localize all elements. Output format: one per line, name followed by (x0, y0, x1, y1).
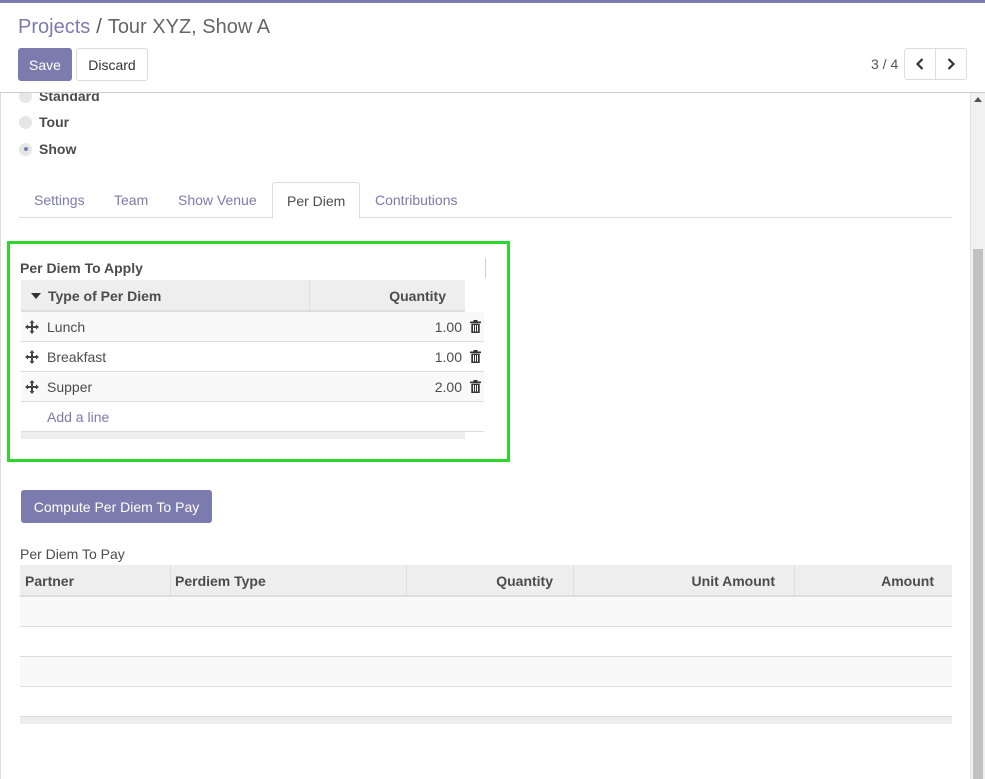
radio-button[interactable] (19, 93, 32, 103)
trash-icon[interactable] (470, 320, 481, 333)
add-line-link[interactable]: Add a line (47, 409, 109, 425)
table-footer (21, 432, 465, 439)
column-header-perdiem-type[interactable]: Perdiem Type (171, 565, 407, 597)
table-footer (20, 717, 952, 724)
per-diem-type-cell[interactable]: Lunch (47, 312, 85, 342)
quantity-cell[interactable]: 2.00 (321, 372, 462, 402)
quantity-cell[interactable]: 1.00 (321, 342, 462, 372)
radio-button-checked[interactable] (19, 142, 32, 156)
field-separator (485, 258, 486, 278)
column-header-type[interactable]: Type of Per Diem (21, 280, 310, 312)
tab-show-venue[interactable]: Show Venue (164, 182, 271, 218)
chevron-right-icon (947, 58, 956, 70)
column-header-quantity[interactable]: Quantity (407, 565, 574, 597)
chevron-left-icon (915, 58, 924, 70)
radio-label: Standard (39, 93, 100, 104)
control-panel: Projects / Tour XYZ, Show A Save Discard 3… (0, 3, 985, 93)
column-header-label: Partner (25, 573, 75, 589)
vertical-scrollbar[interactable] (970, 93, 985, 779)
table-row[interactable]: Breakfast 1.00 (21, 342, 484, 372)
discard-button[interactable]: Discard (76, 48, 148, 81)
empty-row (20, 687, 952, 717)
tab-team[interactable]: Team (100, 182, 162, 218)
trash-icon[interactable] (470, 380, 481, 393)
per-diem-type-cell[interactable]: Breakfast (47, 342, 106, 372)
radio-option-tour[interactable]: Tour (19, 114, 69, 130)
pager-next-button[interactable] (935, 48, 967, 80)
drag-handle-icon[interactable] (25, 350, 39, 364)
tab-settings[interactable]: Settings (20, 182, 99, 218)
quantity-cell[interactable]: 1.00 (321, 312, 462, 342)
tab-contributions[interactable]: Contributions (361, 182, 472, 218)
column-header-partner[interactable]: Partner (20, 565, 171, 597)
breadcrumb-separator: / (96, 16, 102, 38)
table-row[interactable]: Lunch 1.00 (21, 312, 484, 342)
radio-option-standard[interactable]: Standard (19, 93, 100, 104)
per-diem-apply-title: Per Diem To Apply (20, 260, 143, 276)
trash-icon[interactable] (470, 350, 481, 363)
empty-row (20, 627, 952, 657)
empty-row (20, 597, 952, 627)
column-header-amount[interactable]: Amount (795, 565, 952, 597)
empty-row (20, 657, 952, 687)
pager-previous-button[interactable] (904, 48, 936, 80)
breadcrumb: Projects / Tour XYZ, Show A (18, 16, 270, 39)
column-header-label: Perdiem Type (175, 573, 266, 589)
radio-option-show[interactable]: Show (19, 141, 76, 157)
column-header-quantity[interactable]: Quantity (310, 280, 465, 312)
form-sheet: Standard Tour Show Settings Team Show Ve… (0, 93, 985, 779)
caret-down-icon (31, 293, 41, 299)
compute-per-diem-button[interactable]: Compute Per Diem To Pay (21, 490, 212, 523)
column-header-label: Unit Amount (691, 573, 775, 589)
drag-handle-icon[interactable] (25, 380, 39, 394)
scrollbar-thumb[interactable] (973, 249, 983, 779)
column-header-unit-amount[interactable]: Unit Amount (574, 565, 795, 597)
per-diem-pay-title: Per Diem To Pay (20, 546, 125, 562)
notebook-tabs: Settings Team Show Venue Per Diem Contri… (19, 182, 952, 219)
table-row[interactable]: Supper 2.00 (21, 372, 484, 402)
save-button[interactable]: Save (18, 48, 72, 81)
radio-button[interactable] (19, 115, 32, 129)
column-header-label: Type of Per Diem (48, 288, 162, 304)
column-header-label: Quantity (389, 288, 446, 304)
scroll-up-arrow-icon[interactable] (974, 97, 982, 102)
per-diem-type-cell[interactable]: Supper (47, 372, 92, 402)
tab-per-diem[interactable]: Per Diem (272, 182, 361, 219)
breadcrumb-projects-link[interactable]: Projects (18, 16, 90, 38)
breadcrumb-current: Tour XYZ, Show A (107, 16, 271, 38)
column-header-label: Quantity (496, 573, 553, 589)
radio-label: Tour (39, 114, 70, 130)
radio-label: Show (39, 141, 77, 157)
column-header-label: Amount (881, 573, 934, 589)
drag-handle-icon[interactable] (25, 320, 39, 334)
pager-value[interactable]: 3 / 4 (871, 56, 898, 72)
